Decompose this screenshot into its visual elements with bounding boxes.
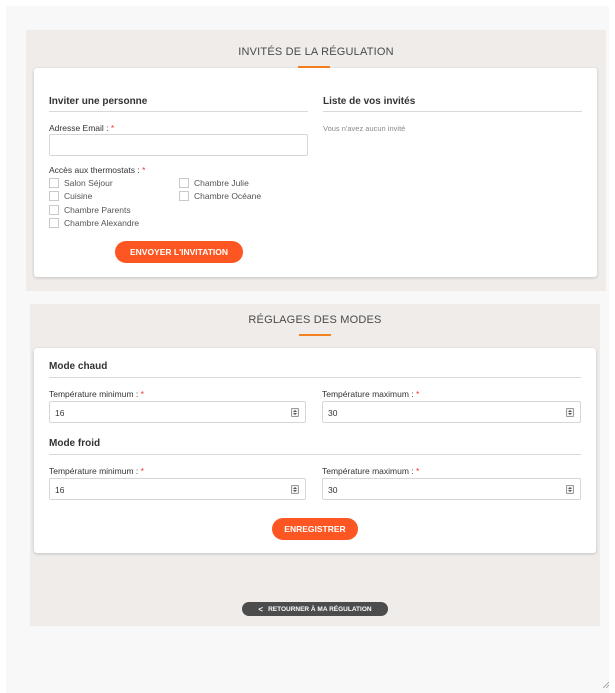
spinner-arrows-icon[interactable]: [566, 408, 574, 417]
cold-max-label: Température maximum : *: [322, 466, 420, 476]
hot-max-label: Température maximum : *: [322, 389, 420, 399]
cold-min-temperature-input[interactable]: 16: [49, 478, 306, 500]
invite-heading-rule: [49, 111, 308, 112]
thermostat-checkbox-chambre-parents[interactable]: Chambre Parents: [49, 204, 131, 216]
checkbox-box[interactable]: [179, 191, 189, 201]
invites-section-title: INVITÉS DE LA RÉGULATION: [238, 46, 394, 58]
modes-card: Mode chaud Température minimum : * 16 Te…: [34, 348, 596, 553]
save-button[interactable]: ENREGISTRER: [272, 518, 358, 540]
required-asterisk: *: [142, 165, 146, 175]
checkbox-box[interactable]: [49, 218, 59, 228]
required-asterisk: *: [416, 389, 420, 399]
required-asterisk: *: [110, 123, 115, 133]
cold-min-label: Température minimum : *: [49, 466, 144, 476]
checkbox-box[interactable]: [49, 178, 59, 188]
hot-min-temperature-input[interactable]: 16: [49, 401, 306, 423]
thermostat-checkbox-chambre-alexandre[interactable]: Chambre Alexandre: [49, 217, 139, 229]
email-field[interactable]: [49, 134, 308, 156]
spinner-arrows-icon[interactable]: [566, 485, 574, 494]
thermostat-checkbox-cuisine[interactable]: Cuisine: [49, 190, 92, 202]
spinner-arrows-icon[interactable]: [291, 408, 299, 417]
guest-list-heading-rule: [323, 111, 582, 112]
resize-grip-icon[interactable]: [602, 681, 609, 688]
cold-mode-heading: Mode froid: [49, 438, 101, 449]
thermostat-checkbox-salon-sejour[interactable]: Salon Séjour: [49, 177, 113, 189]
no-guests-text: Vous n'avez aucun invité: [323, 124, 406, 133]
thermostats-label: Accès aux thermostats : *: [49, 165, 146, 175]
checkbox-box[interactable]: [179, 178, 189, 188]
required-asterisk: *: [416, 466, 420, 476]
checkbox-box[interactable]: [49, 205, 59, 215]
modes-section: RÉGLAGES DES MODES Mode chaud Températur…: [30, 304, 600, 626]
hot-mode-heading: Mode chaud: [49, 361, 108, 372]
checkbox-box[interactable]: [49, 191, 59, 201]
guest-list-heading: Liste de vos invités: [323, 96, 416, 107]
thermostat-checkbox-chambre-oceane[interactable]: Chambre Océane: [179, 190, 261, 202]
hot-max-temperature-input[interactable]: 30: [322, 401, 581, 423]
send-invitation-button[interactable]: ENVOYER L'INVITATION: [115, 241, 243, 263]
invite-card: Inviter une personne Liste de vos invité…: [34, 68, 597, 277]
thermostat-checkbox-chambre-julie[interactable]: Chambre Julie: [179, 177, 249, 189]
spinner-arrows-icon[interactable]: [291, 485, 299, 494]
cold-mode-rule: [49, 454, 581, 455]
hot-mode-rule: [49, 377, 581, 378]
required-asterisk: *: [140, 466, 144, 476]
required-asterisk: *: [140, 389, 144, 399]
email-label: Adresse Email : *: [49, 123, 115, 133]
page-background: INVITÉS DE LA RÉGULATION Inviter une per…: [6, 6, 609, 693]
invite-person-heading: Inviter une personne: [49, 96, 148, 107]
chevron-left-icon: <: [258, 604, 264, 614]
modes-section-title: RÉGLAGES DES MODES: [248, 314, 382, 326]
back-to-regulation-button[interactable]: < RETOURNER À MA RÉGULATION: [242, 602, 388, 616]
invites-section: INVITÉS DE LA RÉGULATION Inviter une per…: [26, 30, 606, 291]
cold-max-temperature-input[interactable]: 30: [322, 478, 581, 500]
hot-min-label: Température minimum : *: [49, 389, 144, 399]
modes-title-underline: [299, 334, 331, 336]
